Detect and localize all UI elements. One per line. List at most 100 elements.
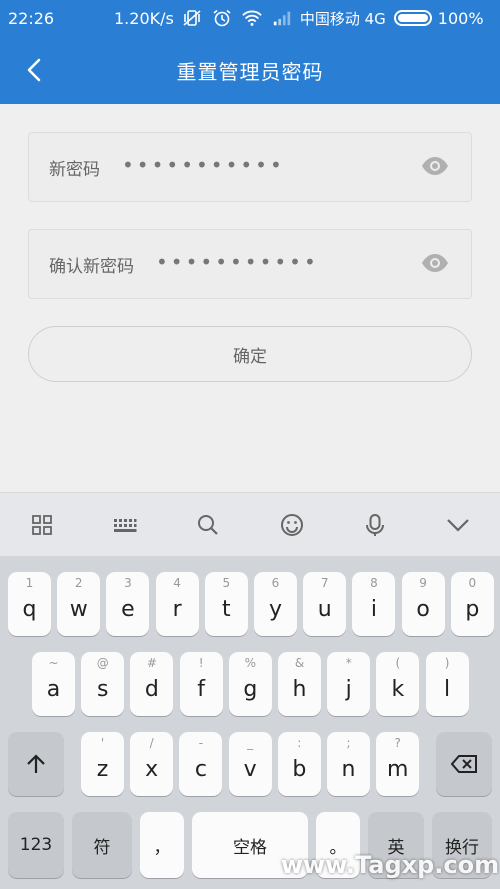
chevron-down-icon[interactable] <box>443 510 473 540</box>
key-c-label: c <box>194 756 207 782</box>
key-j[interactable]: * j <box>327 652 371 716</box>
vibrate-off-icon <box>182 9 202 27</box>
battery-percent: 100% <box>437 8 484 28</box>
key-comma[interactable]: ， <box>140 812 184 878</box>
status-icons <box>182 9 292 27</box>
key-q[interactable]: 1q <box>8 572 51 636</box>
back-button[interactable] <box>20 56 48 84</box>
key-t[interactable]: 5t <box>204 572 248 636</box>
key-j-secondary: * <box>345 656 352 670</box>
new-password-field[interactable]: 新密码 ••••••••••• <box>28 132 472 202</box>
carrier-label: 中国移动 4G <box>299 9 386 28</box>
key-r-label: r <box>172 596 182 622</box>
key-z-label: z <box>96 756 109 782</box>
key-w-secondary: 2 <box>74 576 83 590</box>
key-z-secondary: ' <box>100 736 105 750</box>
key-l[interactable]: ) l <box>425 652 469 716</box>
key-x-secondary: / <box>149 736 154 750</box>
key-m[interactable]: ? m <box>376 732 420 796</box>
key-i[interactable]: 8i <box>352 572 396 636</box>
key-v-secondary: _ <box>247 736 254 750</box>
key-p[interactable]: 0p <box>450 572 494 636</box>
key-p-secondary: 0 <box>468 576 477 590</box>
key-u[interactable]: 7u <box>303 572 347 636</box>
key-g[interactable]: % g <box>228 652 272 716</box>
confirm-password-field[interactable]: 确认新密码 ••••••••••• <box>28 229 472 299</box>
key-symbol-label: 符 <box>93 837 111 858</box>
wifi-icon <box>242 9 262 27</box>
status-bar: 22:26 1.20K/s 中国移动 4G 100% <box>0 0 500 36</box>
key-x[interactable]: / x <box>130 732 174 796</box>
key-b-label: b <box>292 756 307 782</box>
key-z[interactable]: ' z <box>81 732 124 796</box>
key-y[interactable]: 6y <box>254 572 297 636</box>
new-password-input[interactable]: ••••••••••• <box>122 153 285 177</box>
key-m-label: m <box>386 756 409 782</box>
page-title: 重置管理员密码 <box>176 59 324 84</box>
key-f[interactable]: ! f <box>179 652 223 716</box>
new-password-label: 新密码 <box>49 159 100 180</box>
key-s[interactable]: @ s <box>81 652 125 716</box>
key-a[interactable]: ~ a <box>32 652 75 716</box>
key-w[interactable]: 2w <box>57 572 101 636</box>
chevron-left-icon <box>27 58 41 82</box>
key-y-secondary: 6 <box>271 576 280 590</box>
key-123-label: 123 <box>19 835 53 855</box>
network-speed: 1.20K/s <box>114 8 174 28</box>
confirm-password-label: 确认新密码 <box>49 256 134 277</box>
battery-icon <box>393 10 432 26</box>
key-backspace[interactable] <box>436 732 492 796</box>
key-symbol[interactable]: 符 <box>72 812 132 878</box>
search-icon[interactable] <box>193 510 223 540</box>
key-d-secondary: # <box>146 656 157 670</box>
key-h[interactable]: & h <box>278 652 321 716</box>
key-v-label: v <box>243 756 257 782</box>
key-u-label: u <box>317 596 332 622</box>
key-r[interactable]: 4r <box>155 572 199 636</box>
key-d-label: d <box>144 676 159 702</box>
key-e[interactable]: 3e <box>106 572 150 636</box>
eye-icon[interactable] <box>421 252 449 274</box>
confirm-button[interactable]: 确定 <box>28 326 472 382</box>
key-s-secondary: @ <box>96 656 109 670</box>
microphone-icon[interactable] <box>360 510 390 540</box>
confirm-password-input[interactable]: ••••••••••• <box>156 250 319 274</box>
alarm-icon <box>212 9 232 27</box>
key-123[interactable]: 123 <box>8 812 64 878</box>
emoji-icon[interactable] <box>277 510 307 540</box>
key-v[interactable]: _ v <box>228 732 272 796</box>
key-a-label: a <box>46 676 61 702</box>
key-t-secondary: 5 <box>222 576 231 590</box>
key-b[interactable]: :b <box>277 732 321 796</box>
key-w-label: w <box>69 596 88 622</box>
key-e-secondary: 3 <box>124 576 132 590</box>
key-q-label: q <box>22 596 37 622</box>
key-n[interactable]: ; n <box>327 732 370 796</box>
key-d[interactable]: # d <box>130 652 174 716</box>
eye-icon[interactable] <box>421 155 449 177</box>
keyboard-layout-icon[interactable] <box>110 510 140 540</box>
key-g-secondary: % <box>244 656 256 670</box>
backspace-icon <box>450 755 477 773</box>
key-s-label: s <box>96 676 109 702</box>
key-f-secondary: ! <box>198 656 204 670</box>
key-n-secondary: ; <box>346 736 351 750</box>
key-k-secondary: ( <box>395 656 401 670</box>
title-bar: 重置管理员密码 <box>0 36 500 104</box>
key-x-label: x <box>145 756 159 782</box>
key-n-label: n <box>341 756 356 782</box>
watermark: www.Tagxp.com <box>280 850 500 879</box>
key-y-label: y <box>268 596 283 622</box>
key-l-label: l <box>444 676 451 702</box>
key-c[interactable]: -c <box>179 732 223 796</box>
grid-menu-icon[interactable] <box>27 510 57 540</box>
key-o[interactable]: 9o <box>401 572 445 636</box>
key-k[interactable]: (k <box>376 652 420 716</box>
signal-icon <box>272 9 292 27</box>
key-o-label: o <box>416 596 430 622</box>
key-q-secondary: 1 <box>25 576 34 590</box>
key-o-secondary: 9 <box>419 576 427 590</box>
key-r-secondary: 4 <box>173 576 181 590</box>
key-b-secondary: : <box>297 736 302 750</box>
key-shift[interactable] <box>8 732 64 796</box>
